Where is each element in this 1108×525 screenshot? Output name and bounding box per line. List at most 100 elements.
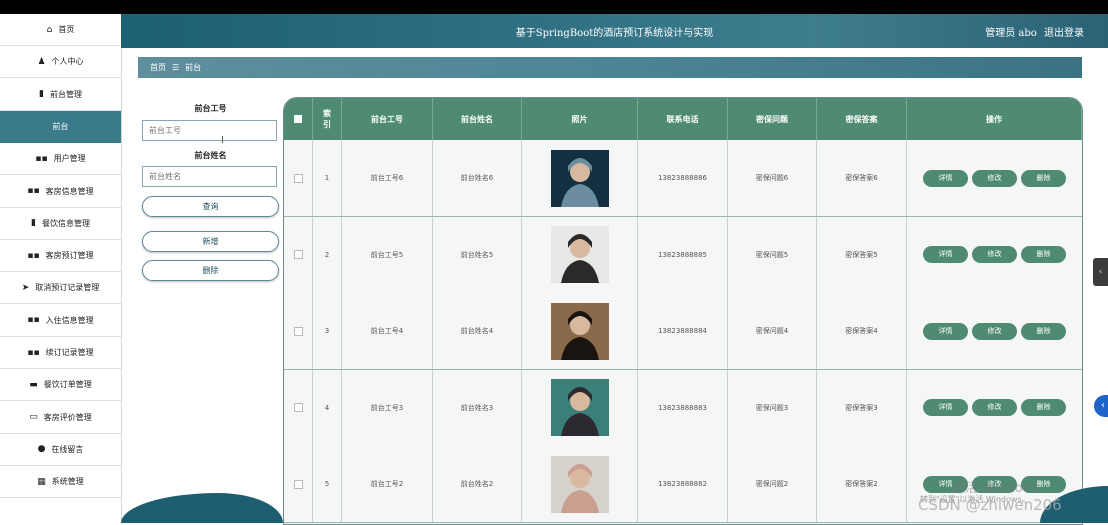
sidebar-item-checkin-info[interactable]: ▪▪ 入住信息管理 xyxy=(0,305,121,337)
query-button[interactable]: 查询 xyxy=(142,196,279,217)
sidebar-dining-info-icon: ▮ xyxy=(31,218,36,229)
row-select-cell xyxy=(284,446,313,522)
sidebar-messages-icon: ● xyxy=(37,444,46,455)
delete-button[interactable]: 删除 xyxy=(1021,322,1066,340)
sidebar-item-home[interactable]: ⌂ 首页 xyxy=(0,14,121,46)
sidebar-item-users[interactable]: ▪▪ 用户管理 xyxy=(0,143,121,176)
user-area: 管理员 abo 退出登录 xyxy=(981,24,1084,39)
delete-button[interactable]: 删除 xyxy=(1021,169,1066,187)
sidebar-room-reviews-icon: ▭ xyxy=(29,412,38,423)
column-header-staff-name: 前台姓名 xyxy=(433,98,522,140)
edit-button[interactable]: 修改 xyxy=(972,246,1017,263)
sidebar-system-icon: ▦ xyxy=(37,476,46,487)
sidebar-item-dining-info[interactable]: ▮ 餐饮信息管理 xyxy=(0,208,121,240)
table-header: 索引 前台工号 前台姓名 照片 联系电话 密保问题 密保答案 操作 xyxy=(284,98,1082,140)
sidebar-item-front-desk-mgmt[interactable]: ▮ 前台管理 xyxy=(0,79,121,111)
text-cursor-icon: I xyxy=(221,135,224,146)
cell-photo xyxy=(522,369,638,446)
add-button[interactable]: 新增 xyxy=(142,231,279,252)
batch-delete-button[interactable]: 删除 xyxy=(142,260,279,281)
column-header-security-answer: 密保答案 xyxy=(817,98,907,140)
sidebar-item-room-reviews[interactable]: ▭ 客房评价管理 xyxy=(0,402,121,434)
edit-button[interactable]: 修改 xyxy=(972,169,1017,187)
staff-photo xyxy=(550,302,609,360)
row-checkbox[interactable] xyxy=(293,403,303,412)
row-checkbox[interactable] xyxy=(293,326,303,336)
column-header-phone: 联系电话 xyxy=(638,98,728,140)
cell-actions: 详情 修改 删除 xyxy=(907,370,1082,446)
cell-index: 5 xyxy=(313,446,342,522)
breadcrumb-home[interactable]: 首页 xyxy=(150,62,166,73)
sidebar-item-front-desk[interactable]: 前台 xyxy=(0,110,121,143)
sidebar-item-personal-center[interactable]: ♟ 个人中心 xyxy=(0,46,121,79)
cell-staff-id: 前台工号4 xyxy=(342,293,433,369)
cell-staff-name: 前台姓名4 xyxy=(433,293,522,369)
cell-photo xyxy=(522,140,638,216)
row-checkbox[interactable] xyxy=(293,250,303,259)
cell-staff-id: 前台工号5 xyxy=(342,216,433,293)
detail-button[interactable]: 详情 xyxy=(923,322,968,340)
staff-name-input[interactable] xyxy=(142,166,277,187)
sidebar-item-renewal-records[interactable]: ▪▪ 续订记录管理 xyxy=(0,337,121,369)
staff-id-label: 前台工号 xyxy=(194,104,227,113)
sidebar-item-label: 个人中心 xyxy=(51,57,84,67)
table-row: 2 前台工号5 前台姓名5 13823888885 密保问题5 密保答案5 详情 修改 删除 xyxy=(284,216,1082,294)
user-label: 管理员 abo xyxy=(985,28,1037,39)
side-float-button[interactable]: ‹ xyxy=(1094,395,1108,417)
sidebar-item-label: 在线留言 xyxy=(51,444,84,454)
sidebar-room-booking-icon: ▪▪ xyxy=(27,250,40,261)
sidebar-item-cancel-booking[interactable]: ➤ 取消预订记录管理 xyxy=(0,272,121,305)
bottom-wave-decoration xyxy=(121,493,283,523)
sidebar-item-room-booking[interactable]: ▪▪ 客房预订管理 xyxy=(0,240,121,273)
cell-staff-id: 前台工号2 xyxy=(342,446,433,522)
column-header-security-question: 密保问题 xyxy=(728,98,817,140)
breadcrumb-separator-icon: ☰ xyxy=(172,63,180,72)
data-table: 索引 前台工号 前台姓名 照片 联系电话 密保问题 密保答案 操作 1 前台工号6 前台姓名6 13… xyxy=(283,97,1083,525)
sidebar-item-dining-orders[interactable]: ▬ 餐饮订单管理 xyxy=(0,369,121,402)
delete-button[interactable]: 删除 xyxy=(1021,246,1066,263)
cell-index: 3 xyxy=(313,293,342,369)
csdn-watermark: CSDN @zhiwen206 xyxy=(918,496,1062,514)
header-select-all[interactable] xyxy=(284,98,313,140)
logout-link[interactable]: 退出登录 xyxy=(1044,28,1084,39)
sidebar-item-label: 客房预订管理 xyxy=(45,251,94,261)
cell-phone: 13823888883 xyxy=(638,369,728,446)
cell-security-question: 密保问题2 xyxy=(728,446,817,522)
row-checkbox[interactable] xyxy=(293,479,303,489)
breadcrumb-current: 前台 xyxy=(185,63,202,72)
sidebar-cancel-booking-icon: ➤ xyxy=(21,282,30,293)
cell-staff-id: 前台工号3 xyxy=(342,369,433,446)
sidebar-renewal-records-icon: ▪▪ xyxy=(27,347,40,358)
detail-button[interactable]: 详情 xyxy=(923,399,968,416)
sidebar-item-label: 餐饮订单管理 xyxy=(43,380,92,390)
select-all-checkbox[interactable] xyxy=(294,115,302,123)
sidebar-item-system[interactable]: ▦ 系统管理 xyxy=(0,466,121,499)
row-checkbox[interactable] xyxy=(293,173,303,183)
cell-security-answer: 密保答案5 xyxy=(817,216,907,293)
cell-actions: 详情 修改 删除 xyxy=(907,293,1082,369)
table-row: 1 前台工号6 前台姓名6 13823888886 密保问题6 密保答案6 详情 修改 删除 xyxy=(284,140,1082,217)
detail-button[interactable]: 详情 xyxy=(923,169,968,187)
cell-photo xyxy=(522,293,638,369)
sidebar-item-label: 取消预订记录管理 xyxy=(35,283,100,293)
sidebar-personal-center-icon: ♟ xyxy=(37,56,46,67)
staff-id-input[interactable] xyxy=(142,120,277,141)
delete-button[interactable]: 删除 xyxy=(1021,399,1066,416)
cell-photo xyxy=(522,446,638,522)
sidebar-item-messages[interactable]: ● 在线留言 xyxy=(0,434,121,466)
sidebar-item-label: 客房信息管理 xyxy=(45,186,94,196)
detail-button[interactable]: 详情 xyxy=(923,246,968,263)
sidebar-item-room-info[interactable]: ▪▪ 客房信息管理 xyxy=(0,176,121,208)
edit-button[interactable]: 修改 xyxy=(972,399,1017,416)
side-collapse-tab[interactable]: ‹ xyxy=(1093,258,1108,286)
cell-security-answer: 密保答案2 xyxy=(817,446,907,522)
sidebar-room-info-icon: ▪▪ xyxy=(27,186,40,196)
staff-photo xyxy=(550,455,609,513)
sidebar-item-label: 首页 xyxy=(58,25,75,34)
edit-button[interactable]: 修改 xyxy=(972,322,1017,340)
top-black-bar xyxy=(0,0,1108,14)
cell-phone: 13823888885 xyxy=(638,216,728,293)
row-select-cell xyxy=(284,369,313,446)
row-select-cell xyxy=(284,293,313,369)
sidebar-item-label: 餐饮信息管理 xyxy=(41,218,90,228)
